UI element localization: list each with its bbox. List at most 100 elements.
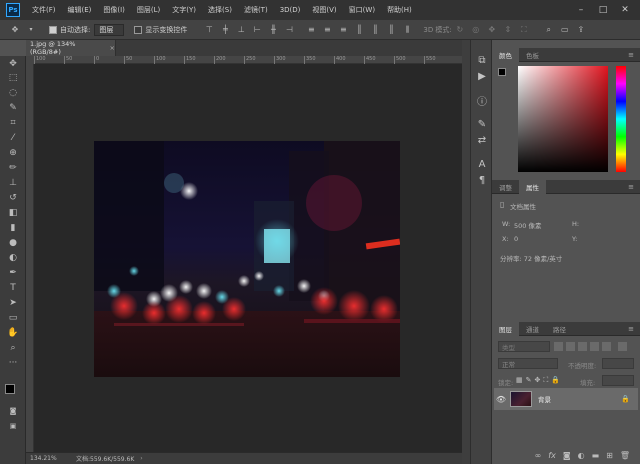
auto-align-icon[interactable]: ⫼ [402, 25, 412, 35]
adjust-panel-icon[interactable]: ⇄ [476, 134, 488, 146]
show-transform-checkbox[interactable] [134, 25, 143, 34]
shape-tool-icon[interactable]: ▭ [7, 312, 19, 324]
maximize-icon[interactable]: □ [592, 0, 614, 20]
distribute-left-icon[interactable]: ║ [354, 25, 364, 35]
link-layers-icon[interactable]: ∞ [535, 451, 542, 460]
width-value[interactable]: 500 像素 [514, 220, 541, 230]
align-hcenter-icon[interactable]: ╫ [268, 25, 278, 35]
layer-name[interactable]: 背景 [538, 394, 551, 404]
type-tool-icon[interactable]: T [7, 282, 19, 294]
tab-swatches[interactable]: 色板 [519, 48, 546, 62]
eraser-tool-icon[interactable]: ◧ [7, 207, 19, 219]
hue-slider[interactable] [616, 66, 626, 172]
close-icon[interactable]: ✕ [614, 0, 636, 20]
filter-toggle-icon[interactable] [618, 341, 627, 351]
x-value[interactable]: 0 [514, 235, 518, 243]
menu-select[interactable]: 选择(S) [202, 5, 238, 15]
move-tool-icon[interactable]: ✥ [7, 58, 19, 70]
tab-adjustments[interactable]: 调整 [492, 180, 519, 194]
align-left-icon[interactable]: ⊢ [252, 25, 262, 35]
foreground-color-swatch[interactable] [5, 384, 15, 394]
tab-layers[interactable]: 图层 [492, 321, 519, 336]
menu-type[interactable]: 文字(Y) [166, 5, 202, 15]
clone-stamp-tool-icon[interactable]: ⊥ [7, 177, 19, 189]
add-mask-icon[interactable]: ◙ [563, 451, 571, 460]
align-vcenter-icon[interactable]: ╪ [220, 25, 230, 35]
foreground-swatch[interactable] [498, 68, 506, 76]
tab-properties[interactable]: 属性 [519, 179, 546, 194]
panel-menu-icon[interactable]: ≡ [628, 325, 634, 333]
zoom-tool-icon[interactable]: ⌕ [7, 342, 19, 354]
3d-slide-icon[interactable]: ⇕ [503, 25, 513, 35]
3d-drag-icon[interactable]: ✥ [487, 25, 497, 35]
crop-tool-icon[interactable]: ⌗ [7, 117, 19, 129]
align-right-icon[interactable]: ⊣ [284, 25, 294, 35]
menu-window[interactable]: 窗口(W) [343, 5, 381, 15]
menu-file[interactable]: 文件(F) [26, 5, 62, 15]
search-icon[interactable]: ⌕ [544, 25, 554, 35]
new-layer-icon[interactable]: ⊞ [606, 451, 613, 460]
marquee-tool-icon[interactable]: ⬚ [7, 72, 19, 84]
distribute-hcenter-icon[interactable]: ║ [370, 25, 380, 35]
filter-adjustment-icon[interactable] [566, 341, 575, 351]
filter-pixel-icon[interactable] [554, 341, 563, 351]
info-panel-icon[interactable]: ⓘ [476, 94, 488, 108]
3d-roll-icon[interactable]: ◎ [471, 25, 481, 35]
brush-tool-icon[interactable]: ✏ [7, 162, 19, 174]
menu-help[interactable]: 帮助(H) [381, 5, 418, 15]
opacity-input[interactable] [602, 358, 634, 369]
distribute-top-icon[interactable]: ≡ [306, 25, 316, 35]
move-tool-icon[interactable]: ✥ [10, 25, 20, 35]
blur-tool-icon[interactable]: ● [7, 237, 19, 249]
paragraph-panel-icon[interactable]: ¶ [476, 174, 488, 186]
delete-layer-icon[interactable]: 🗑 [620, 451, 630, 460]
eyedropper-tool-icon[interactable]: ⁄ [7, 132, 19, 144]
healing-brush-tool-icon[interactable]: ⊕ [7, 147, 19, 159]
brush-settings-icon[interactable]: ✎ [476, 118, 488, 130]
dodge-tool-icon[interactable]: ◐ [7, 252, 19, 264]
hand-tool-icon[interactable]: ✋ [7, 327, 19, 339]
visibility-eye-icon[interactable]: 👁 [494, 395, 508, 404]
3d-rotate-icon[interactable]: ↻ [455, 25, 465, 35]
canvas-workspace[interactable] [34, 64, 462, 452]
character-panel-icon[interactable]: A [476, 158, 488, 170]
chevron-right-icon[interactable]: › [140, 455, 142, 462]
pen-tool-icon[interactable]: ✒ [7, 267, 19, 279]
tab-close-icon[interactable]: × [110, 44, 115, 52]
align-top-icon[interactable]: ⊤ [204, 25, 214, 35]
horizontal-ruler[interactable]: 100 50 0 50 100 150 200 250 300 350 400 … [34, 56, 462, 64]
history-brush-tool-icon[interactable]: ↺ [7, 192, 19, 204]
fx-icon[interactable]: fx [548, 451, 556, 460]
actions-panel-icon[interactable]: ▶ [476, 70, 488, 82]
menu-image[interactable]: 图像(I) [97, 5, 131, 15]
quick-mask-icon[interactable]: ◙ [7, 405, 19, 417]
more-tools-icon[interactable]: ··· [7, 357, 19, 369]
history-panel-icon[interactable]: ⧉ [476, 54, 488, 66]
blend-mode-dropdown[interactable]: 正常 [498, 358, 558, 369]
lasso-tool-icon[interactable]: ◌ [7, 87, 19, 99]
align-bottom-icon[interactable]: ⊥ [236, 25, 246, 35]
screen-mode-icon[interactable]: ▣ [7, 420, 19, 432]
auto-select-dropdown[interactable]: 图层 [94, 23, 125, 36]
new-group-icon[interactable]: ▬ [592, 451, 600, 460]
auto-select-checkbox[interactable] [49, 25, 57, 34]
gradient-tool-icon[interactable]: ▮ [7, 222, 19, 234]
zoom-level[interactable]: 134.21% [30, 455, 70, 462]
distribute-bottom-icon[interactable]: ≡ [338, 25, 348, 35]
filter-smart-object-icon[interactable] [602, 341, 611, 351]
filter-shape-icon[interactable] [590, 341, 599, 351]
menu-edit[interactable]: 编辑(E) [62, 5, 98, 15]
menu-filter[interactable]: 滤镜(T) [238, 5, 274, 15]
share-icon[interactable]: ⇪ [576, 25, 586, 35]
distribute-right-icon[interactable]: ║ [386, 25, 396, 35]
panel-menu-icon[interactable]: ≡ [628, 183, 634, 191]
path-select-tool-icon[interactable]: ➤ [7, 297, 19, 309]
lock-icons[interactable]: ▦✎✥⛶🔒 [516, 376, 563, 385]
fill-input[interactable] [602, 375, 634, 386]
menu-view[interactable]: 视图(V) [306, 5, 342, 15]
3d-scale-icon[interactable]: ⛶ [519, 25, 529, 35]
tab-channels[interactable]: 通道 [519, 322, 546, 336]
minimize-icon[interactable]: – [570, 0, 592, 20]
quick-select-tool-icon[interactable]: ✎ [7, 102, 19, 114]
layer-row[interactable]: 👁 背景 🔒 [494, 388, 638, 410]
